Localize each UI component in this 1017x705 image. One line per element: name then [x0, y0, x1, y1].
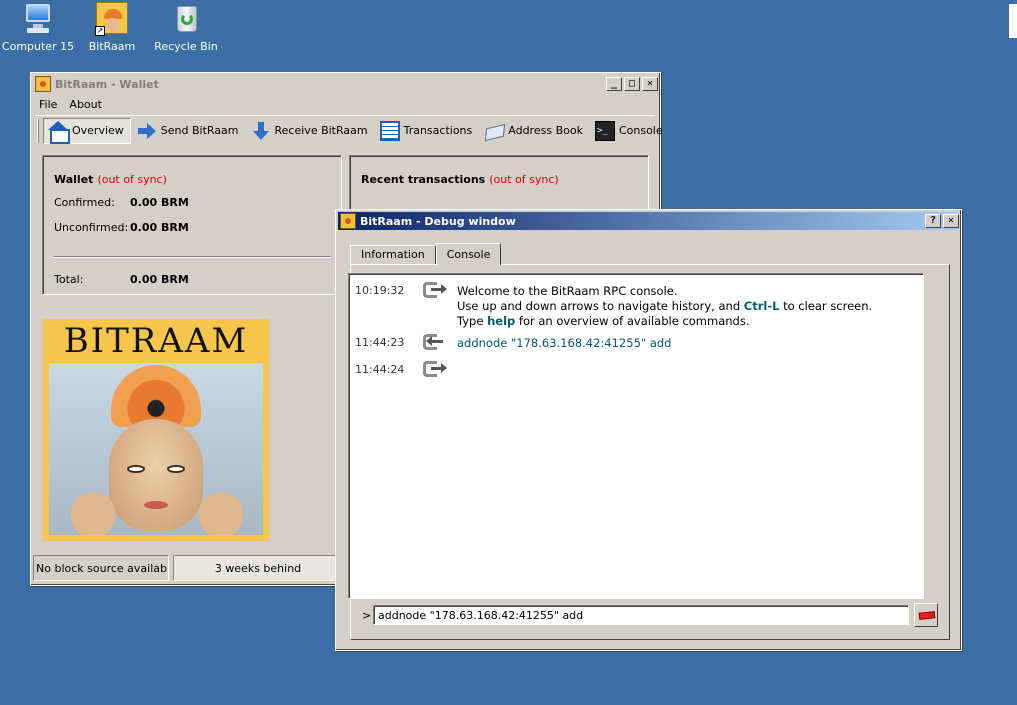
send-arrow-icon — [137, 121, 157, 141]
address-book-icon — [484, 121, 504, 141]
desktop-icon-label: Recycle Bin — [154, 40, 218, 53]
request-icon — [423, 334, 445, 352]
wallet-heading: Wallet (out of sync) — [54, 173, 167, 186]
recent-transactions-heading: Recent transactions (out of sync) — [361, 173, 559, 186]
reply-icon — [423, 361, 447, 379]
console-icon: >_ — [594, 120, 615, 141]
bitraam-app-icon — [35, 76, 51, 92]
message-time: 11:44:23 — [355, 336, 405, 349]
debug-tabs: Information Console — [350, 242, 502, 265]
toolbar-label: Overview — [72, 124, 124, 137]
out-of-sync-label: (out of sync) — [97, 173, 167, 186]
message-command: addnode "178.63.168.42:41255" add — [457, 336, 672, 350]
wallet-title: BitRaam - Wallet — [55, 77, 159, 91]
tab-information[interactable]: Information — [350, 245, 436, 264]
toolbar-transactions-button[interactable]: Transactions — [376, 118, 479, 144]
toolbar-label: Transactions — [403, 124, 473, 137]
debug-window: BitRaam - Debug window ? ✕ Information C… — [335, 209, 962, 651]
close-button[interactable]: ✕ — [943, 214, 959, 228]
main-toolbar: Overview Send BitRaam Receive BitRaam Tr… — [35, 115, 663, 145]
message-time: 10:19:32 — [355, 284, 405, 297]
total-value: 0.00 BRM — [130, 273, 189, 286]
console-prompt: > — [362, 609, 372, 622]
desktop-icon-bitraam[interactable]: ↗ BitRaam — [74, 0, 150, 53]
menu-bar: File About — [33, 95, 658, 113]
help-line-2: Type help for an overview of available c… — [457, 314, 750, 328]
confirmed-label: Confirmed: — [54, 196, 115, 209]
debug-title: BitRaam - Debug window — [360, 214, 516, 228]
partial-desktop-icon[interactable] — [1009, 4, 1017, 38]
total-row: Total: 0.00 BRM — [54, 273, 189, 286]
bitraam-logo: BITRAAM — [43, 319, 269, 541]
bitraam-shortcut-icon: ↗ — [95, 2, 129, 36]
recent-transactions-heading-text: Recent transactions — [361, 173, 486, 186]
toolbar-label: Receive BitRaam — [274, 124, 368, 137]
recent-transactions-panel: Recent transactions (out of sync) — [349, 155, 649, 215]
wallet-heading-text: Wallet — [54, 173, 94, 186]
status-sync-progress: 3 weeks behind — [173, 555, 343, 581]
desktop-icon-recycle-bin[interactable]: Recycle Bin — [148, 0, 224, 53]
console-input[interactable] — [373, 605, 909, 625]
minimize-button[interactable]: _ — [606, 77, 622, 91]
receive-arrow-icon — [251, 121, 271, 141]
desktop-icon-label: Computer 15 — [1, 40, 75, 53]
toolbar-grip[interactable] — [37, 118, 39, 143]
logo-portrait — [49, 363, 263, 535]
toolbar-send-button[interactable]: Send BitRaam — [133, 118, 245, 144]
toolbar-label: Address Book — [508, 124, 583, 137]
toolbar-label: Send BitRaam — [160, 124, 239, 137]
tab-console[interactable]: Console — [435, 243, 502, 265]
message-text: Welcome to the BitRaam RPC console. Use … — [457, 284, 872, 329]
logo-text: BITRAAM — [63, 321, 249, 361]
desktop-icon-label: BitRaam — [88, 40, 136, 53]
toolbar-label: Console — [618, 124, 663, 137]
confirmed-row: Confirmed: 0.00 BRM — [54, 196, 189, 209]
debug-titlebar[interactable]: BitRaam - Debug window ? ✕ — [338, 212, 959, 230]
confirmed-value: 0.00 BRM — [130, 196, 189, 209]
reply-icon — [423, 282, 447, 300]
bitraam-app-icon — [340, 213, 356, 229]
total-label: Total: — [54, 273, 84, 286]
out-of-sync-label: (out of sync) — [489, 173, 559, 186]
help-line-1: Use up and down arrows to navigate histo… — [457, 299, 873, 313]
unconfirmed-label: Unconfirmed: — [54, 221, 129, 234]
welcome-line: Welcome to the BitRaam RPC console. — [457, 284, 678, 298]
recycle-bin-icon — [169, 2, 203, 36]
unconfirmed-value: 0.00 BRM — [130, 221, 189, 234]
transactions-list-icon — [379, 120, 400, 141]
clear-console-button[interactable] — [914, 603, 938, 627]
help-button[interactable]: ? — [925, 214, 941, 228]
console-output[interactable]: 10:19:32 Welcome to the BitRaam RPC cons… — [348, 273, 924, 599]
menu-file[interactable]: File — [33, 98, 63, 111]
unconfirmed-row: Unconfirmed: 0.00 BRM — [54, 221, 189, 234]
toolbar-receive-button[interactable]: Receive BitRaam — [247, 118, 374, 144]
maximize-button[interactable]: □ — [624, 77, 640, 91]
message-time: 11:44:24 — [355, 363, 405, 376]
toolbar-overview-button[interactable]: Overview — [43, 117, 131, 144]
menu-about[interactable]: About — [63, 98, 108, 111]
toolbar-address-book-button[interactable]: Address Book — [480, 118, 589, 144]
wallet-balance-panel: Wallet (out of sync) Confirmed: 0.00 BRM … — [42, 155, 342, 295]
desktop-icon-computer[interactable]: Computer 15 — [0, 0, 76, 53]
toolbar-console-button[interactable]: >_ Console — [591, 118, 669, 144]
wallet-titlebar[interactable]: BitRaam - Wallet _ □ ✕ — [33, 75, 658, 93]
computer-icon — [21, 2, 55, 36]
status-block-source: No block source available... — [33, 555, 169, 581]
home-icon — [48, 120, 70, 144]
divider — [53, 256, 331, 258]
close-button[interactable]: ✕ — [642, 77, 658, 91]
